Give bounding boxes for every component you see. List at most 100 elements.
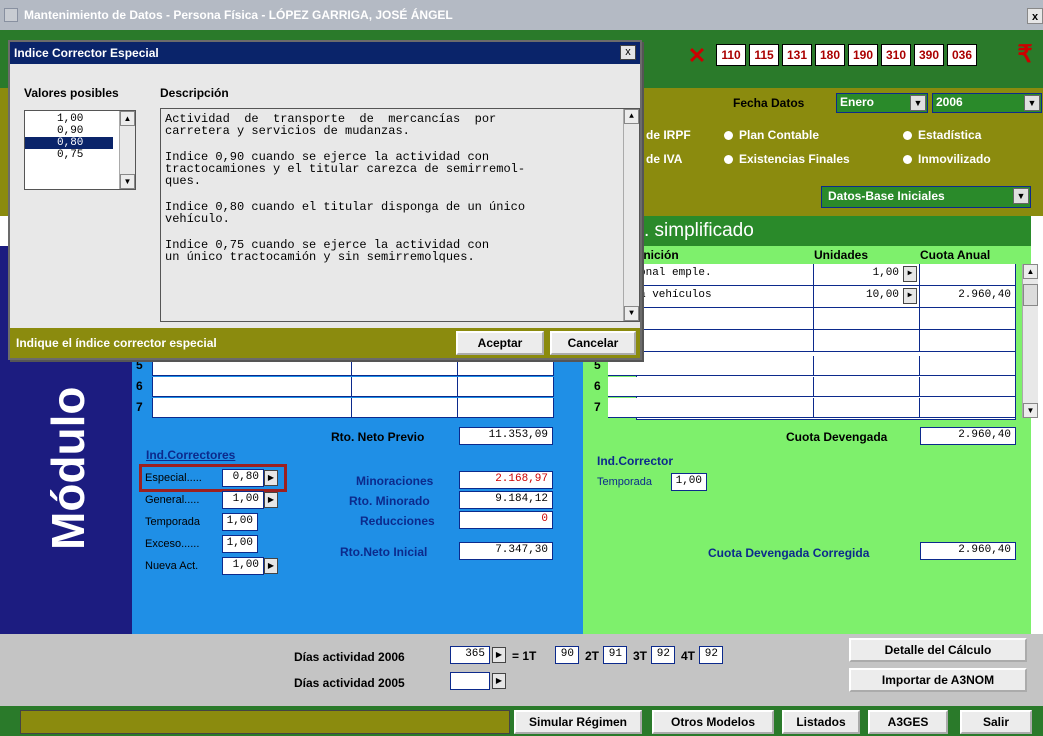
importar-a3nom-button[interactable]: Importar de A3NOM <box>849 668 1027 692</box>
model-button-390[interactable]: 390 <box>914 44 944 66</box>
cancelar-button[interactable]: Cancelar <box>550 331 636 355</box>
cuota-corregida-field[interactable]: 2.960,40 <box>920 542 1016 560</box>
scroll-down-icon[interactable]: ▼ <box>120 174 135 189</box>
a3ges-button[interactable]: A3GES <box>868 710 948 734</box>
table-row-empty[interactable] <box>152 398 352 418</box>
arrow-right-icon[interactable]: ▶ <box>492 673 506 689</box>
list-item[interactable]: 1,00 <box>25 113 113 125</box>
radio-inmovilizado[interactable]: Inmovilizado <box>903 152 991 166</box>
rto-neto-inicial-field[interactable]: 7.347,30 <box>459 542 553 560</box>
listbox-scrollbar[interactable]: ▲ ▼ <box>119 111 135 189</box>
radio-plan-contable[interactable]: Plan Contable <box>724 128 819 142</box>
temporada-field[interactable]: 1,00 <box>222 513 258 531</box>
model-button-110[interactable]: 110 <box>716 44 746 66</box>
table-row-empty[interactable] <box>814 377 920 397</box>
dias-2006-field[interactable]: 365 <box>450 646 490 664</box>
table-row-empty[interactable] <box>814 356 920 376</box>
scroll-up-icon[interactable]: ▲ <box>624 109 639 124</box>
model-button-131[interactable]: 131 <box>782 44 812 66</box>
table-row-empty[interactable] <box>152 377 352 397</box>
radio-iva[interactable]: de IVA <box>646 152 682 166</box>
chevron-down-icon[interactable]: ▼ <box>1013 188 1029 204</box>
table-row-empty[interactable] <box>458 377 554 397</box>
dias-2005-field[interactable] <box>450 672 490 690</box>
datos-base-select[interactable]: Datos-Base Iniciales ▼ <box>821 186 1031 208</box>
cuota-devengada-field[interactable]: 2.960,40 <box>920 427 1016 445</box>
rupee-tool-icon[interactable]: ₹ <box>1012 42 1038 68</box>
t1-field[interactable]: 90 <box>555 646 579 664</box>
simular-regimen-button[interactable]: Simular Régimen <box>514 710 642 734</box>
radio-existencias-finales[interactable]: Existencias Finales <box>724 152 850 166</box>
radio-irpf[interactable]: de IRPF <box>646 128 691 142</box>
descripcion-scrollbar[interactable]: ▲ ▼ <box>623 109 639 321</box>
rto-minorado-field[interactable]: 9.184,12 <box>459 491 553 509</box>
chevron-down-icon[interactable]: ▼ <box>1024 95 1040 111</box>
arrow-right-icon[interactable]: ▶ <box>264 470 278 486</box>
table-row-unidades[interactable]: 1,00 ▶ <box>814 264 920 286</box>
arrow-right-icon[interactable]: ▶ <box>903 266 917 282</box>
table-row-cuota[interactable]: 2.960,40 <box>920 286 1016 308</box>
salir-button[interactable]: Salir <box>960 710 1032 734</box>
table-row-empty[interactable] <box>608 398 814 418</box>
table-row-empty[interactable] <box>814 398 920 418</box>
nueva-act-field[interactable]: 1,00 <box>222 557 264 575</box>
table-row-unidades[interactable]: 10,00 ▶ <box>814 286 920 308</box>
table-row-empty[interactable] <box>920 308 1016 330</box>
reducciones-field[interactable]: 0 <box>459 511 553 529</box>
arrow-right-icon[interactable]: ▶ <box>264 558 278 574</box>
model-button-180[interactable]: 180 <box>815 44 845 66</box>
especial-field[interactable]: 0,80 <box>222 469 264 487</box>
table-row-empty[interactable] <box>920 356 1016 376</box>
table-row-empty[interactable] <box>920 398 1016 418</box>
scroll-down-icon[interactable]: ▼ <box>624 306 639 321</box>
table-row-empty[interactable] <box>920 330 1016 352</box>
table-row-empty[interactable] <box>814 308 920 330</box>
list-item[interactable]: 0,75 <box>25 149 113 161</box>
t4-field[interactable]: 92 <box>699 646 723 664</box>
model-button-310[interactable]: 310 <box>881 44 911 66</box>
arrow-right-icon[interactable]: ▶ <box>492 647 506 663</box>
model-button-036[interactable]: 036 <box>947 44 977 66</box>
table-row-empty[interactable] <box>352 398 458 418</box>
right-grid-scrollbar[interactable]: ▲ ▼ <box>1022 264 1038 418</box>
arrow-right-icon[interactable]: ▶ <box>903 288 917 304</box>
table-row-empty[interactable] <box>608 377 814 397</box>
model-button-115[interactable]: 115 <box>749 44 779 66</box>
arrow-right-icon[interactable]: ▶ <box>264 492 278 508</box>
detalle-calculo-button[interactable]: Detalle del Cálculo <box>849 638 1027 662</box>
fecha-mes-select[interactable]: Enero ▼ <box>836 93 928 113</box>
table-row-empty[interactable] <box>636 308 814 330</box>
table-row-empty[interactable] <box>814 330 920 352</box>
exceso-field[interactable]: 1,00 <box>222 535 258 553</box>
scroll-thumb[interactable] <box>1023 284 1038 306</box>
t2-field[interactable]: 91 <box>603 646 627 664</box>
radio-estadistica[interactable]: Estadística <box>903 128 981 142</box>
table-row-empty[interactable] <box>920 377 1016 397</box>
scroll-up-icon[interactable]: ▲ <box>120 111 135 126</box>
table-row-label[interactable]: a vehículos <box>636 286 814 308</box>
cross-tool-icon[interactable]: ✕ <box>682 45 712 67</box>
table-row-cuota[interactable] <box>920 264 1016 286</box>
right-temporada-field[interactable]: 1,00 <box>671 473 707 491</box>
t3-field[interactable]: 92 <box>651 646 675 664</box>
list-item-selected[interactable]: 0,80 <box>25 137 113 149</box>
rto-neto-previo-field[interactable]: 11.353,09 <box>459 427 553 445</box>
otros-modelos-button[interactable]: Otros Modelos <box>652 710 774 734</box>
scroll-down-icon[interactable]: ▼ <box>1023 403 1038 418</box>
dialog-close-button[interactable]: x <box>620 45 636 60</box>
table-row-empty[interactable] <box>636 330 814 352</box>
scroll-up-icon[interactable]: ▲ <box>1023 264 1038 279</box>
table-row-empty[interactable] <box>458 398 554 418</box>
fecha-anio-select[interactable]: 2006 ▼ <box>932 93 1042 113</box>
model-button-190[interactable]: 190 <box>848 44 878 66</box>
window-close-button[interactable]: x <box>1027 8 1043 24</box>
aceptar-button[interactable]: Aceptar <box>456 331 544 355</box>
listados-button[interactable]: Listados <box>782 710 860 734</box>
table-row-empty[interactable] <box>352 377 458 397</box>
chevron-down-icon[interactable]: ▼ <box>910 95 926 111</box>
general-field[interactable]: 1,00 <box>222 491 264 509</box>
table-row-label[interactable]: onal emple. <box>636 264 814 286</box>
valores-listbox[interactable]: 1,00 0,90 0,80 0,75 ▲ ▼ <box>24 110 136 190</box>
minoraciones-field[interactable]: 2.168,97 <box>459 471 553 489</box>
list-item[interactable]: 0,90 <box>25 125 113 137</box>
